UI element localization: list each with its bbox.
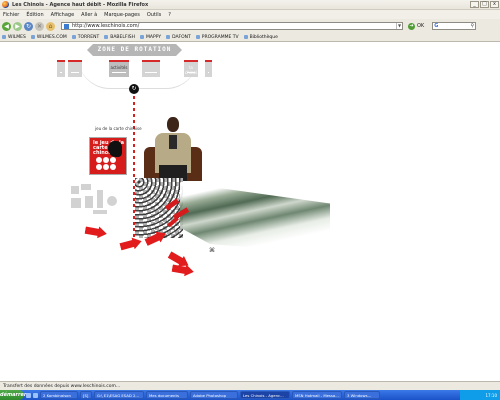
rotation-tab-6[interactable] <box>205 60 212 77</box>
taskbar-item[interactable]: Mes documents <box>146 391 188 399</box>
bookmark-icon <box>104 35 109 39</box>
search-icon[interactable]: ⚲ <box>471 23 475 29</box>
bookmark-icon <box>195 35 200 39</box>
bookmark-icon <box>140 35 145 39</box>
rotation-tab-2[interactable] <box>68 60 82 77</box>
firefox-icon <box>2 1 9 8</box>
search-input[interactable]: G ⚲ <box>432 22 477 30</box>
taskbar-item[interactable]: 3 Windows... <box>344 391 380 399</box>
rotation-tab-5[interactable]: la chinoi <box>184 60 198 77</box>
address-bar[interactable]: http://www.leschinois.com/ ▼ <box>61 22 403 30</box>
status-text: Transfert des données depuis www.leschin… <box>3 383 121 389</box>
bookmark-torrent[interactable]: TORRENT <box>71 34 100 40</box>
bookmark-dafont[interactable]: DAFONT <box>166 35 191 40</box>
crow-icon <box>108 141 122 157</box>
taskbar-item-active[interactable]: Les Chinois - Agenc... <box>240 391 290 399</box>
person-in-armchair-image <box>140 109 206 181</box>
taskbar-item[interactable]: MSN Hotmail - Messa... <box>292 391 342 399</box>
menu-affichage[interactable]: Affichage <box>51 12 75 18</box>
menu-bar: Fichier Édition Affichage Aller à Marque… <box>0 10 500 19</box>
start-button[interactable]: démarrer <box>0 390 26 400</box>
menu-marque-pages[interactable]: Marque-pages <box>104 12 140 18</box>
bookmark-babelfish[interactable]: BABELFISH <box>104 35 135 40</box>
tab-label: activités <box>110 65 128 70</box>
bookmark-label: WILMES.COM <box>36 34 67 40</box>
bookmark-label: TORRENT <box>77 34 100 40</box>
rotation-tab-4[interactable] <box>142 60 160 77</box>
menu-fichier[interactable]: Fichier <box>3 12 19 18</box>
chinese-card[interactable]: le jeu de la carte chinoise <box>89 137 127 175</box>
bookmarks-bar: WILMES WILMES.COM TORRENT BABELFISH MAPP… <box>0 33 500 42</box>
clock: 17:10 <box>485 392 497 398</box>
taskbar-item[interactable]: G:\ E1\ESAG ESAD 2... <box>94 391 144 399</box>
reload-button[interactable]: ↻ <box>24 21 33 31</box>
tab-label: la chinoi <box>185 65 197 75</box>
go-arrow-icon: ➜ <box>408 22 415 30</box>
menu-help[interactable]: ? <box>168 12 171 18</box>
bookmark-label: BABELFISH <box>110 34 136 40</box>
green-wave-graphic <box>180 182 330 250</box>
close-button[interactable]: x <box>490 1 499 8</box>
zone-rotation-banner: ZONE DE ROTATION <box>87 44 182 56</box>
google-icon: G <box>434 23 439 29</box>
back-button[interactable]: ◀ <box>2 21 11 31</box>
menu-outils[interactable]: Outils <box>147 12 161 18</box>
status-bar: Transfert des données depuis www.leschin… <box>0 381 500 390</box>
bookmark-wilmes-com[interactable]: WILMES.COM <box>30 34 67 40</box>
window-titlebar: Les Chinois - Agence haut débit - Mozill… <box>0 0 500 10</box>
rotation-tab-activites[interactable]: activités <box>109 60 129 77</box>
bookmark-label: WILMES <box>8 34 26 40</box>
go-button[interactable]: ➜ OK <box>408 22 425 30</box>
minimize-button[interactable]: _ <box>470 1 479 8</box>
menu-edition[interactable]: Édition <box>26 12 43 18</box>
bookmark-icon <box>2 35 6 39</box>
system-tray: 17:10 <box>460 390 500 400</box>
red-arrow-1 <box>84 224 108 240</box>
dots-icon <box>96 157 116 170</box>
rotation-tab-1[interactable] <box>57 60 65 77</box>
chevron-down-icon[interactable]: ▼ <box>396 23 402 29</box>
bookmark-label: PROGRAMME TV <box>201 34 239 40</box>
maximize-button[interactable]: □ <box>480 1 489 8</box>
rotation-arc <box>78 57 198 89</box>
site-logo-icon[interactable]: ⌘ <box>209 247 215 254</box>
bookmark-wilmes[interactable]: WILMES <box>2 35 26 40</box>
card-caption: jeu de la carte chinoise <box>95 126 142 131</box>
bookmark-icon <box>71 35 76 39</box>
stop-button[interactable]: ✕ <box>35 21 44 31</box>
quicklaunch-icon[interactable] <box>26 392 31 398</box>
bookmark-mappy[interactable]: MAPPY <box>140 35 161 40</box>
forward-button[interactable]: ▶ <box>13 21 22 31</box>
taskbar-item[interactable]: 2 Kombinaison <box>40 391 78 399</box>
bookmark-programme-tv[interactable]: PROGRAMME TV <box>195 34 239 40</box>
page-content: ZONE DE ROTATION activités la chinoi ↻ j… <box>0 42 500 381</box>
grey-blocks-graphic <box>67 182 127 222</box>
rotate-icon[interactable]: ↻ <box>129 84 139 94</box>
page-favicon-icon <box>64 23 69 29</box>
bookmark-label: DAFONT <box>172 34 191 40</box>
bookmark-label: MAPPY <box>146 34 162 40</box>
taskbar-item[interactable]: [S] <box>80 391 92 399</box>
menu-aller[interactable]: Aller à <box>81 12 97 18</box>
window-title: Les Chinois - Agence haut débit - Mozill… <box>12 1 149 8</box>
bookmark-bibliotheque[interactable]: Bibliothèque <box>243 34 278 40</box>
quicklaunch-icon[interactable] <box>33 392 38 398</box>
home-button[interactable]: ⌂ <box>46 21 55 31</box>
navigation-toolbar: ◀ ▶ ↻ ✕ ⌂ http://www.leschinois.com/ ▼ ➜… <box>0 19 500 33</box>
bookmark-icon <box>30 35 35 39</box>
folder-icon <box>243 35 248 39</box>
red-shards-graphic <box>164 198 195 232</box>
bookmark-label: Bibliothèque <box>249 34 278 40</box>
address-url[interactable]: http://www.leschinois.com/ <box>72 23 139 29</box>
taskbar-item[interactable]: Adobe Photoshop <box>190 391 238 399</box>
go-label: OK <box>417 23 425 29</box>
bookmark-icon <box>166 35 171 39</box>
windows-taskbar: démarrer 2 Kombinaison [S] G:\ E1\ESAG E… <box>0 390 500 400</box>
